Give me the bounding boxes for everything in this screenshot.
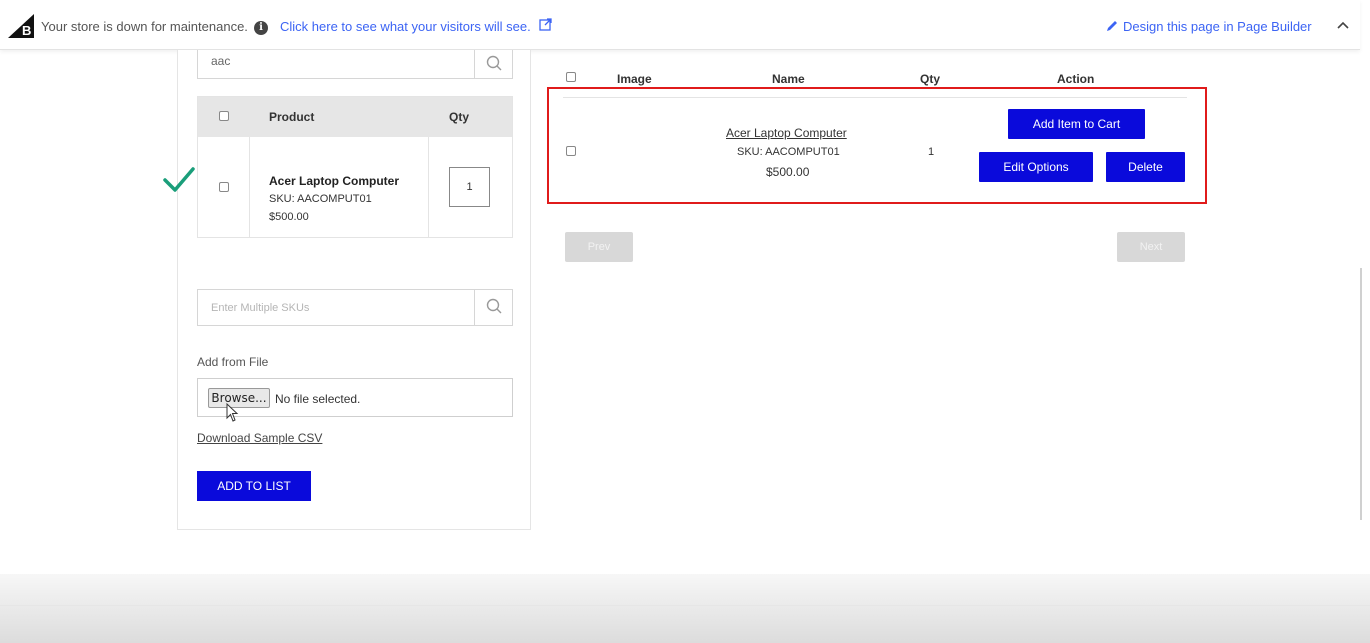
list-item-price: $500.00 [766, 165, 810, 179]
bigcommerce-logo-icon: B [8, 14, 34, 38]
file-upload-field[interactable]: Browse... No file selected. [197, 378, 513, 417]
add-item-to-cart-button[interactable]: Add Item to Cart [1008, 109, 1145, 139]
row-checkbox[interactable] [219, 182, 229, 192]
next-page-button[interactable]: Next [1117, 232, 1185, 262]
list-item-checkbox[interactable] [566, 146, 576, 156]
search-value: aac [211, 54, 231, 68]
add-to-list-button[interactable]: ADD TO LIST [197, 471, 311, 501]
file-status: No file selected. [275, 392, 361, 406]
product-results-table: Product Qty Acer Laptop Computer SKU: AA… [197, 96, 513, 238]
list-item-sku: SKU: AACOMPUT01 [737, 146, 840, 158]
column-header-qty: Qty [449, 110, 470, 124]
product-search-input[interactable]: aac [197, 50, 513, 79]
search-icon [486, 55, 502, 71]
product-name: Acer Laptop Computer [269, 174, 400, 188]
checkmark-icon [163, 167, 195, 192]
quantity-input[interactable]: 1 [449, 167, 490, 207]
maintenance-message: Your store is down for maintenance. [41, 19, 248, 34]
scrollbar[interactable] [1360, 268, 1362, 520]
maintenance-bar: B Your store is down for maintenance. i … [0, 0, 1360, 50]
product-sku: SKU: AACOMPUT01 [269, 193, 372, 205]
search-button[interactable] [474, 50, 512, 78]
chevron-up-icon[interactable] [1336, 20, 1350, 30]
delete-button[interactable]: Delete [1106, 152, 1185, 182]
pencil-icon[interactable] [1106, 19, 1119, 32]
column-header-action: Action [1057, 72, 1095, 86]
add-from-file-label: Add from File [197, 355, 269, 369]
highlighted-list-item [547, 87, 1207, 204]
product-price: $500.00 [269, 211, 309, 223]
sku-search-button[interactable] [474, 290, 512, 325]
column-header-image: Image [617, 72, 652, 86]
external-link-icon[interactable] [539, 18, 553, 32]
download-sample-csv-link[interactable]: Download Sample CSV [197, 431, 322, 445]
table-header: Product Qty [198, 97, 512, 137]
svg-text:B: B [22, 23, 31, 38]
table-row: Acer Laptop Computer SKU: AACOMPUT01 $50… [198, 137, 512, 239]
select-all-checkbox[interactable] [219, 111, 229, 121]
sku-placeholder: Enter Multiple SKUs [211, 302, 310, 314]
visitor-preview-link[interactable]: Click here to see what your visitors wil… [280, 19, 531, 34]
edit-options-button[interactable]: Edit Options [979, 152, 1093, 182]
info-icon[interactable]: i [254, 21, 268, 35]
column-header-product: Product [269, 110, 315, 124]
column-header-name: Name [772, 72, 805, 86]
multiple-skus-input[interactable]: Enter Multiple SKUs [197, 289, 513, 326]
list-item-qty: 1 [928, 146, 935, 158]
prev-page-button[interactable]: Prev [565, 232, 633, 262]
select-all-list-checkbox[interactable] [566, 72, 576, 82]
column-header-qty: Qty [920, 72, 941, 86]
list-item-name-link[interactable]: Acer Laptop Computer [726, 126, 847, 140]
footer-divider [0, 605, 1370, 606]
footer-area [0, 574, 1370, 643]
page-builder-link[interactable]: Design this page in Page Builder [1123, 19, 1312, 34]
quick-order-panel: aac Product Qty Acer Laptop Computer SKU… [177, 50, 531, 530]
mouse-cursor-icon [226, 403, 239, 422]
search-icon [486, 298, 502, 314]
